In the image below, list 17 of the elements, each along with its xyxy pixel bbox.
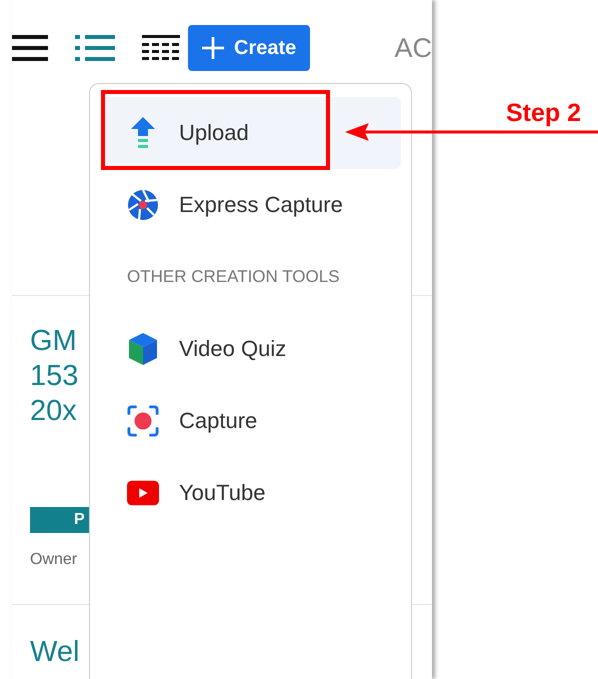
step-label: Step 2: [506, 99, 582, 128]
record-icon: [127, 405, 159, 437]
owner-label: Owner: [30, 551, 78, 569]
upload-icon: [131, 117, 155, 149]
create-button[interactable]: Create: [188, 25, 310, 71]
section-heading: OTHER CREATION TOOLS: [126, 266, 341, 288]
page-heading: AC: [394, 32, 432, 64]
list-view-icon[interactable]: [75, 34, 115, 62]
aperture-icon: [127, 189, 159, 221]
grid-view-icon[interactable]: [142, 35, 180, 61]
play-icon: [127, 480, 159, 506]
menu-item[interactable]: Express Capture: [101, 169, 401, 241]
cube-icon: [127, 333, 159, 365]
menu-icon[interactable]: [12, 34, 48, 62]
plus-icon: [202, 37, 224, 59]
menu-item[interactable]: Capture: [101, 385, 401, 457]
menu-item[interactable]: Video Quiz: [101, 313, 401, 385]
